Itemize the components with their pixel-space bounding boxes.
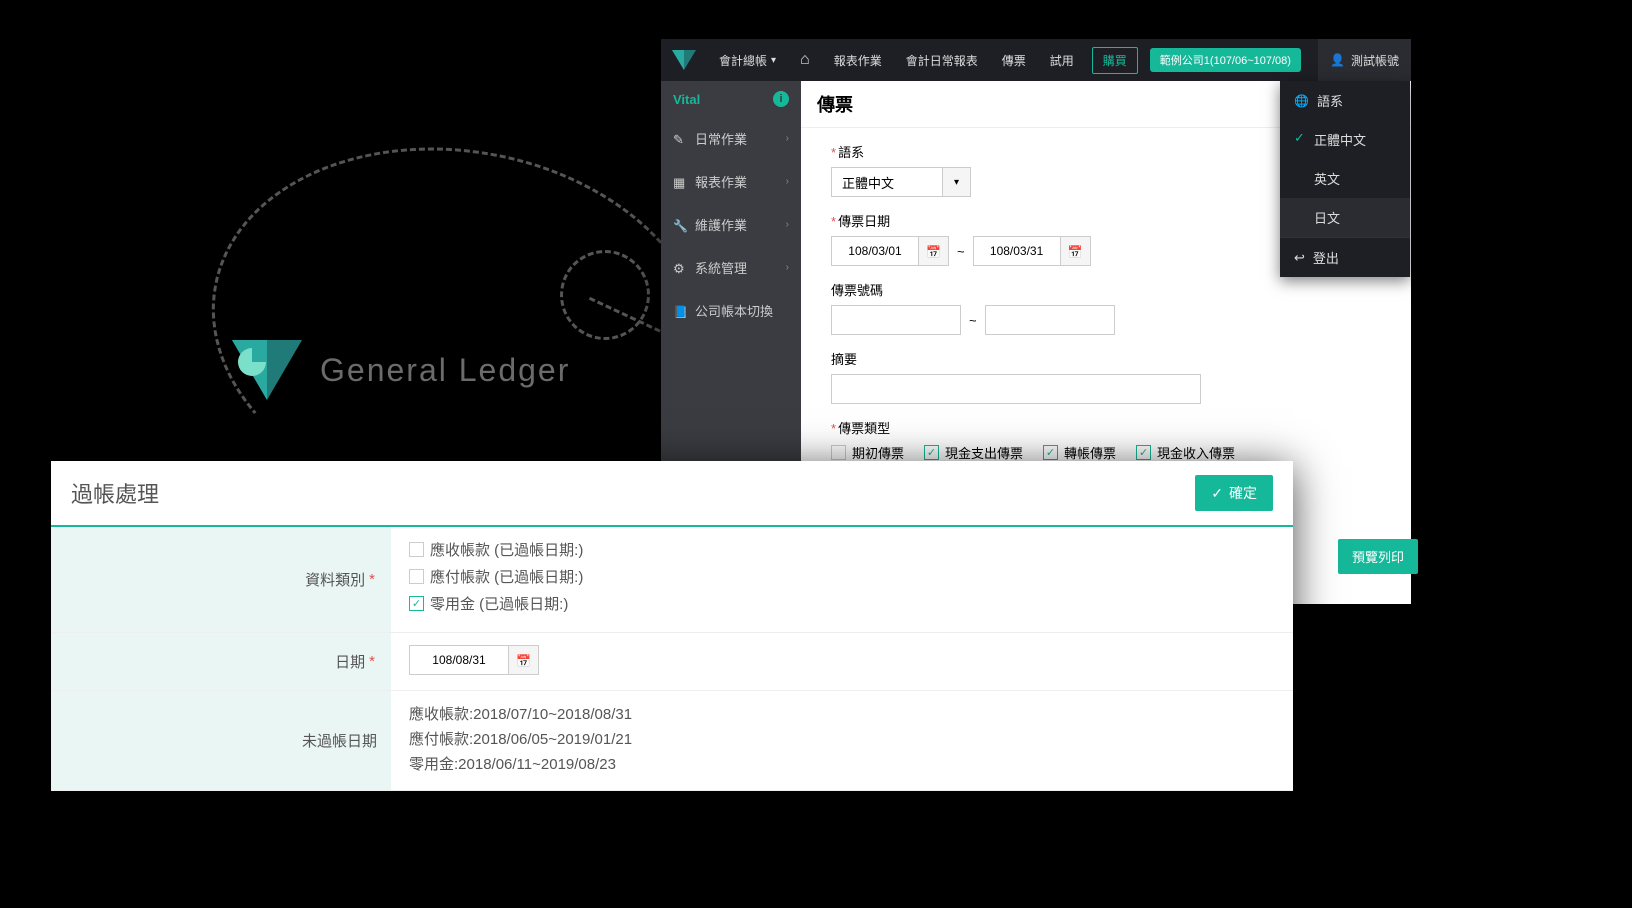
voucher-number-to[interactable] xyxy=(985,305,1115,335)
app-logo-icon[interactable] xyxy=(661,39,707,81)
type-checkbox-transfer[interactable]: ✓轉帳傳票 xyxy=(1043,443,1116,462)
voucher-number-from[interactable] xyxy=(831,305,961,335)
unposted-values: 應收帳款:2018/07/10~2018/08/31 應付帳款:2018/06/… xyxy=(391,691,1293,790)
lang-select[interactable]: 正體中文 ▾ xyxy=(831,167,971,197)
logo-icon xyxy=(232,340,302,400)
unposted-line: 應付帳款:2018/06/05~2019/01/21 xyxy=(409,728,1275,749)
user-icon xyxy=(1330,53,1345,67)
lang-label: 語系 xyxy=(838,145,864,160)
logout-icon xyxy=(1294,250,1305,266)
sidebar-item-daily[interactable]: 日常作業› xyxy=(661,117,801,160)
unposted-label: 未過帳日期 xyxy=(302,730,377,751)
category-label: 資料類別 xyxy=(305,569,365,590)
buy-button[interactable]: 購買 xyxy=(1092,47,1138,74)
category-pettycash-checkbox[interactable]: ✓零用金 (已過帳日期:) xyxy=(409,593,1275,614)
calendar-icon xyxy=(516,652,531,669)
confirm-button[interactable]: ✓ 確定 xyxy=(1195,475,1273,511)
checkbox-icon xyxy=(831,445,846,460)
check-icon: ✓ xyxy=(1211,485,1223,502)
type-checkbox-cashin[interactable]: ✓現金收入傳票 xyxy=(1136,443,1235,462)
checkbox-checked-icon: ✓ xyxy=(924,445,939,460)
logo-text: General Ledger xyxy=(320,352,570,389)
chevron-down-icon: ▾ xyxy=(771,55,776,66)
calendar-icon xyxy=(926,244,941,259)
chevron-right-icon: › xyxy=(786,176,789,187)
book-icon xyxy=(673,304,687,319)
summary-label: 摘要 xyxy=(831,352,857,367)
category-ap-checkbox[interactable]: 應付帳款 (已過帳日期:) xyxy=(409,566,1275,587)
breadcrumb-item[interactable]: 會計日常報表 xyxy=(894,39,990,81)
posting-date-input[interactable] xyxy=(409,645,509,675)
voucher-number-label: 傳票號碼 xyxy=(831,283,883,298)
topbar-menu[interactable]: 會計總帳 ▾ xyxy=(707,39,788,81)
date-label: 傳票日期 xyxy=(838,214,890,229)
edit-icon xyxy=(673,132,687,148)
user-name: 測試帳號 xyxy=(1351,52,1399,69)
gear-icon xyxy=(673,261,687,277)
calendar-button[interactable] xyxy=(509,645,539,675)
range-separator: ~ xyxy=(957,244,965,259)
date-from-input[interactable] xyxy=(831,236,919,266)
grid-icon xyxy=(673,175,687,191)
unposted-line: 零用金:2018/06/11~2019/08/23 xyxy=(409,753,1275,774)
calendar-button[interactable] xyxy=(919,236,949,266)
checkbox-icon xyxy=(409,569,424,584)
sidebar-item-maintain[interactable]: 維護作業› xyxy=(661,203,801,246)
product-logo: General Ledger xyxy=(232,340,570,400)
posting-date-label: 日期 xyxy=(335,651,365,672)
type-checkbox-initial[interactable]: 期初傳票 xyxy=(831,443,904,462)
lang-option-jp[interactable]: 日文 xyxy=(1280,198,1410,237)
user-menu-trigger[interactable]: 測試帳號 xyxy=(1318,39,1411,81)
home-icon xyxy=(800,51,810,69)
globe-icon xyxy=(1294,93,1309,108)
checkbox-checked-icon: ✓ xyxy=(1136,445,1151,460)
logout-button[interactable]: 登出 xyxy=(1280,238,1410,277)
lang-option-en[interactable]: 英文 xyxy=(1280,159,1410,198)
lang-option-zh[interactable]: 正體中文 xyxy=(1280,120,1410,159)
posting-window: 過帳處理 ✓ 確定 資料類別* 應收帳款 (已過帳日期:) 應付帳款 (已過帳日… xyxy=(51,461,1293,791)
type-checkbox-cashout[interactable]: ✓現金支出傳票 xyxy=(924,443,1023,462)
sidebar-item-system[interactable]: 系統管理› xyxy=(661,246,801,289)
calendar-icon xyxy=(1068,244,1083,259)
preview-print-button[interactable]: 預覽列印 xyxy=(1338,539,1418,574)
sidebar-item-reports[interactable]: 報表作業› xyxy=(661,160,801,203)
unposted-line: 應收帳款:2018/07/10~2018/08/31 xyxy=(409,703,1275,724)
calendar-button[interactable] xyxy=(1061,236,1091,266)
breadcrumb-item[interactable]: 報表作業 xyxy=(822,39,894,81)
company-badge[interactable]: 範例公司1(107/06~107/08) xyxy=(1150,48,1301,72)
topbar: 會計總帳 ▾ 報表作業 會計日常報表 傳票 試用 購買 範例公司1(107/06… xyxy=(661,39,1411,81)
checkbox-icon xyxy=(409,542,424,557)
topbar-menu-label: 會計總帳 xyxy=(719,52,767,69)
lang-value: 正體中文 xyxy=(832,173,942,192)
sidebar-header: Vital i xyxy=(661,81,801,117)
category-ar-checkbox[interactable]: 應收帳款 (已過帳日期:) xyxy=(409,539,1275,560)
chevron-right-icon: › xyxy=(786,133,789,144)
posting-title: 過帳處理 xyxy=(71,477,159,509)
date-to-input[interactable] xyxy=(973,236,1061,266)
summary-input[interactable] xyxy=(831,374,1201,404)
checkbox-checked-icon: ✓ xyxy=(409,596,424,611)
info-icon[interactable]: i xyxy=(773,91,789,107)
home-button[interactable] xyxy=(788,39,822,81)
chevron-right-icon: › xyxy=(786,262,789,273)
chevron-right-icon: › xyxy=(786,219,789,230)
type-label: 傳票類型 xyxy=(838,421,890,436)
sidebar-item-switch[interactable]: 公司帳本切換 xyxy=(661,289,801,332)
wrench-icon xyxy=(673,218,687,233)
chevron-down-icon: ▾ xyxy=(942,168,970,196)
user-dropdown-header: 語系 xyxy=(1280,81,1410,120)
checkbox-checked-icon: ✓ xyxy=(1043,445,1058,460)
user-dropdown: 語系 正體中文 英文 日文 登出 xyxy=(1280,81,1410,277)
range-separator: ~ xyxy=(969,313,977,328)
